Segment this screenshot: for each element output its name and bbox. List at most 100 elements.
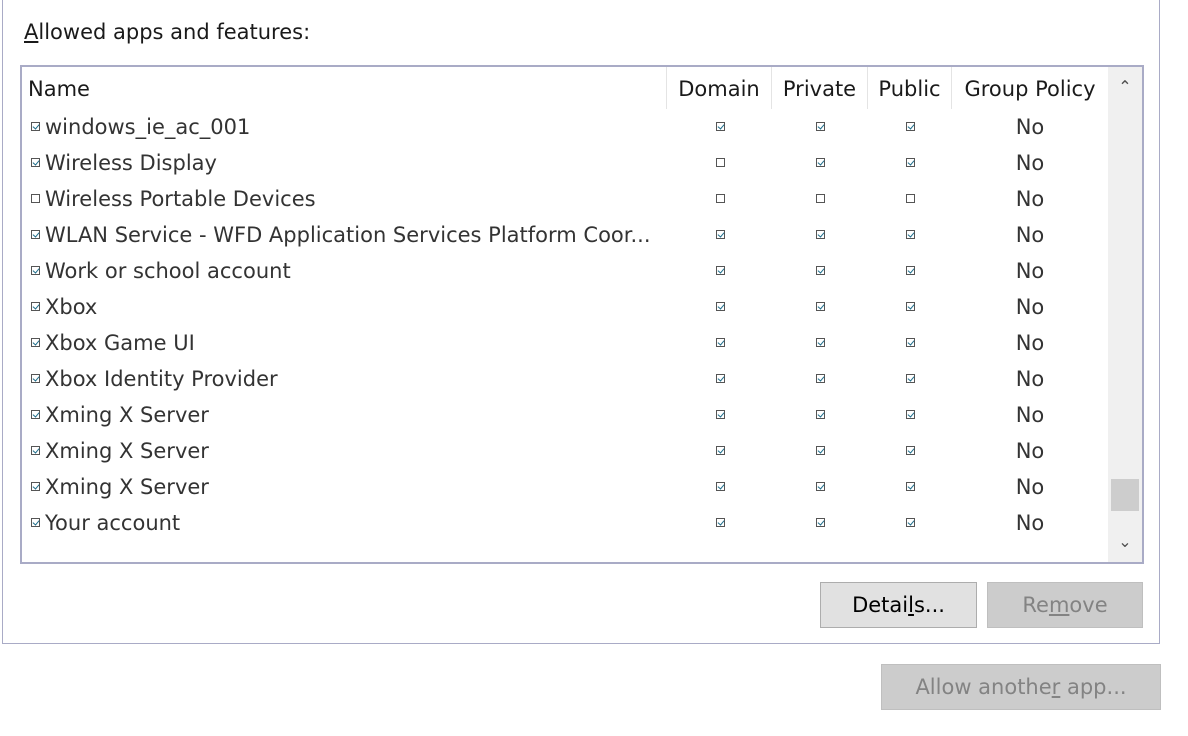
column-header-name[interactable]: Name (22, 67, 667, 109)
row-group-policy: No (1015, 187, 1045, 211)
allow-another-app-button[interactable]: Allow another app... (881, 664, 1161, 710)
remove-label-post: ove (1069, 593, 1108, 617)
row-public-checkbox[interactable] (906, 194, 915, 203)
row-public-checkbox[interactable] (906, 410, 915, 419)
row-public-checkbox[interactable] (906, 446, 915, 455)
row-app-name: Work or school account (45, 259, 291, 283)
row-group-policy: No (1015, 151, 1045, 175)
table-row[interactable]: Xming X Server No (22, 469, 1108, 505)
row-private-checkbox[interactable] (816, 374, 825, 383)
title-accelerator: A (24, 20, 39, 44)
allow-label-post: app... (1060, 675, 1127, 699)
row-enabled-checkbox[interactable] (31, 194, 40, 203)
remove-label-pre: Re (1022, 593, 1049, 617)
row-group-policy: No (1015, 439, 1045, 463)
row-app-name: WLAN Service - WFD Application Services … (45, 223, 651, 247)
row-public-checkbox[interactable] (906, 302, 915, 311)
row-group-policy: No (1015, 367, 1045, 391)
vertical-scrollbar[interactable]: ⌃ ⌄ (1108, 67, 1142, 562)
row-enabled-checkbox[interactable] (31, 302, 40, 311)
row-enabled-checkbox[interactable] (31, 374, 40, 383)
table-row[interactable]: Work or school account No (22, 253, 1108, 289)
row-private-checkbox[interactable] (816, 194, 825, 203)
row-group-policy: No (1015, 475, 1045, 499)
allow-label-pre: Allow anothe (915, 675, 1052, 699)
row-private-checkbox[interactable] (816, 446, 825, 455)
row-group-policy: No (1015, 295, 1045, 319)
row-private-checkbox[interactable] (816, 266, 825, 275)
row-private-checkbox[interactable] (816, 302, 825, 311)
row-domain-checkbox[interactable] (716, 266, 725, 275)
row-domain-checkbox[interactable] (716, 482, 725, 491)
row-app-name: Xbox Game UI (45, 331, 195, 355)
row-app-name: Your account (45, 511, 181, 535)
row-domain-checkbox[interactable] (716, 410, 725, 419)
row-private-checkbox[interactable] (816, 482, 825, 491)
row-enabled-checkbox[interactable] (31, 266, 40, 275)
table-row[interactable]: Xbox No (22, 289, 1108, 325)
row-enabled-checkbox[interactable] (31, 410, 40, 419)
list-header: Name Domain Private Public Group Policy (22, 67, 1108, 109)
row-app-name: Wireless Display (45, 151, 217, 175)
row-domain-checkbox[interactable] (716, 158, 725, 167)
row-group-policy: No (1015, 511, 1045, 535)
table-row[interactable]: WLAN Service - WFD Application Services … (22, 217, 1108, 253)
column-header-public[interactable]: Public (868, 67, 952, 109)
allowed-apps-list[interactable]: Name Domain Private Public Group Policy … (20, 65, 1144, 564)
row-group-policy: No (1015, 403, 1045, 427)
row-domain-checkbox[interactable] (716, 338, 725, 347)
chevron-up-icon[interactable]: ⌃ (1108, 67, 1142, 107)
row-private-checkbox[interactable] (816, 518, 825, 527)
table-row[interactable]: Your account No (22, 505, 1108, 541)
scrollbar-thumb[interactable] (1111, 479, 1139, 511)
table-row[interactable]: Xming X Server No (22, 397, 1108, 433)
title-text: llowed apps and features: (38, 20, 311, 44)
row-domain-checkbox[interactable] (716, 302, 725, 311)
row-domain-checkbox[interactable] (716, 374, 725, 383)
row-enabled-checkbox[interactable] (31, 230, 40, 239)
table-row[interactable]: Wireless Display No (22, 145, 1108, 181)
row-enabled-checkbox[interactable] (31, 518, 40, 527)
row-enabled-checkbox[interactable] (31, 338, 40, 347)
details-button[interactable]: Details... (820, 582, 977, 628)
table-row[interactable]: Wireless Portable Devices No (22, 181, 1108, 217)
row-private-checkbox[interactable] (816, 158, 825, 167)
table-row[interactable]: windows_ie_ac_001 No (22, 109, 1108, 145)
row-private-checkbox[interactable] (816, 122, 825, 131)
column-header-group-policy[interactable]: Group Policy (952, 67, 1108, 109)
column-header-private[interactable]: Private (772, 67, 868, 109)
row-group-policy: No (1015, 223, 1045, 247)
allowed-apps-title: Allowed apps and features: (24, 20, 310, 44)
chevron-down-icon[interactable]: ⌄ (1108, 522, 1142, 562)
row-public-checkbox[interactable] (906, 266, 915, 275)
row-enabled-checkbox[interactable] (31, 158, 40, 167)
row-enabled-checkbox[interactable] (31, 446, 40, 455)
list-rows: windows_ie_ac_001 No Wireless Display No Wir… (22, 109, 1108, 541)
row-public-checkbox[interactable] (906, 518, 915, 527)
row-public-checkbox[interactable] (906, 122, 915, 131)
row-public-checkbox[interactable] (906, 482, 915, 491)
row-domain-checkbox[interactable] (716, 230, 725, 239)
row-public-checkbox[interactable] (906, 338, 915, 347)
row-public-checkbox[interactable] (906, 230, 915, 239)
row-domain-checkbox[interactable] (716, 518, 725, 527)
row-public-checkbox[interactable] (906, 158, 915, 167)
table-row[interactable]: Xbox Identity Provider No (22, 361, 1108, 397)
row-private-checkbox[interactable] (816, 338, 825, 347)
column-header-domain[interactable]: Domain (667, 67, 772, 109)
table-row[interactable]: Xbox Game UI No (22, 325, 1108, 361)
row-enabled-checkbox[interactable] (31, 122, 40, 131)
remove-label-accel: m (1048, 593, 1070, 617)
row-app-name: Wireless Portable Devices (45, 187, 316, 211)
row-domain-checkbox[interactable] (716, 122, 725, 131)
row-domain-checkbox[interactable] (716, 446, 725, 455)
row-private-checkbox[interactable] (816, 410, 825, 419)
row-private-checkbox[interactable] (816, 230, 825, 239)
row-app-name: Xbox (45, 295, 98, 319)
row-domain-checkbox[interactable] (716, 194, 725, 203)
row-public-checkbox[interactable] (906, 374, 915, 383)
table-row[interactable]: Xming X Server No (22, 433, 1108, 469)
row-enabled-checkbox[interactable] (31, 482, 40, 491)
remove-button[interactable]: Remove (987, 582, 1143, 628)
row-group-policy: No (1015, 115, 1045, 139)
